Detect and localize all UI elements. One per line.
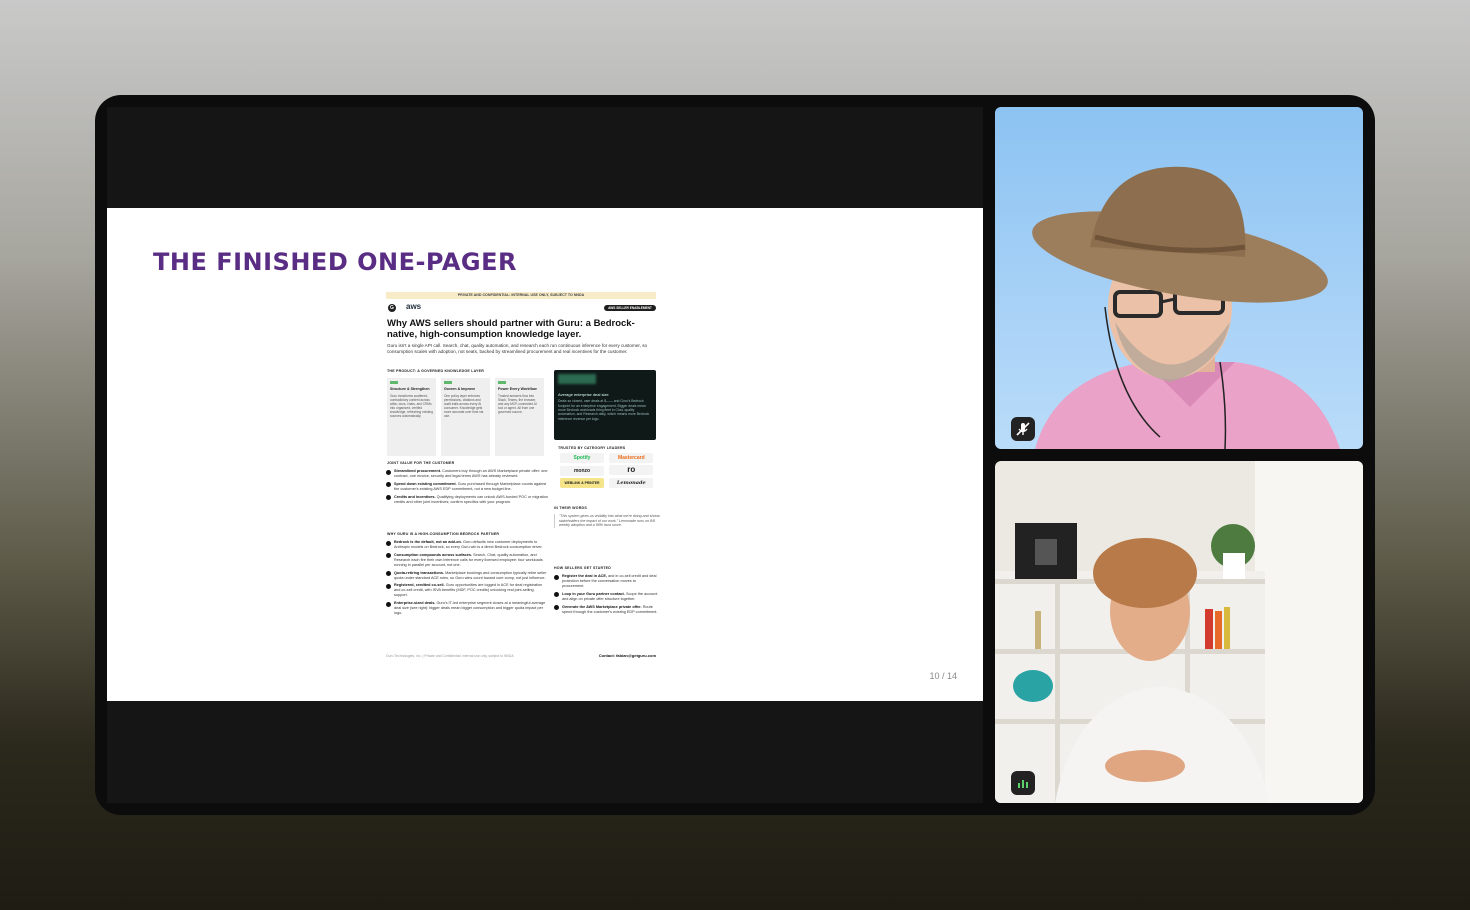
mic-toggle-button[interactable] [1011, 771, 1035, 795]
product-card: Govern & Improve One policy layer enforc… [441, 378, 490, 456]
card-body: One policy layer enforces permissions, c… [444, 393, 484, 419]
why-list: Bedrock is the default, not an add-on. G… [386, 540, 548, 619]
slide-title: THE FINISHED ONE-PAGER [153, 248, 517, 276]
logo-weblink: WEBLINK & PRINTER [560, 478, 604, 488]
list-item: Streamlined procurement. Customers buy t… [386, 469, 548, 479]
list-item: Enterprise-sized deals. Guru's IT-led en… [386, 601, 548, 616]
product-card: Structure & Strengthen Guru transforms s… [387, 378, 436, 456]
product-heading: THE PRODUCT: A GOVERNED KNOWLEDGE LAYER [387, 369, 485, 373]
mic-off-icon [1016, 422, 1030, 436]
participant-video-tile[interactable] [995, 461, 1363, 803]
list-item: Quota-retiring transactions. Marketplace… [386, 571, 548, 581]
product-card: Power Every Workflow Trusted answers flo… [495, 378, 544, 456]
one-pager-intro: Guru isn't a single API call. Search, ch… [387, 343, 648, 354]
get-started-list: Register the deal in ACE, and in co-sell… [554, 574, 658, 617]
joint-value-heading: JOINT VALUE FOR THE CUSTOMER [387, 461, 455, 465]
why-heading: WHY GURU IS A HIGH-CONSUMPTION BEDROCK P… [387, 532, 500, 536]
customer-quote: "This system gives us visibility into wh… [554, 514, 661, 529]
one-pager-contact: Contact: fabian@getguru.com [598, 653, 656, 658]
aws-logo: aws [406, 302, 422, 311]
card-tag [444, 381, 452, 384]
list-item: Spend down existing commitment. Guru pur… [386, 482, 548, 492]
card-body: Guru transforms scattered, contradictory… [390, 393, 433, 419]
participant-video-feed [995, 461, 1363, 803]
list-item: Register the deal in ACE, and in co-sell… [554, 574, 658, 589]
list-item: Bedrock is the default, not an add-on. G… [386, 540, 548, 550]
one-pager-headline: Why AWS sellers should partner with Guru… [387, 318, 635, 340]
participant-video-feed [1032, 166, 1340, 449]
mute-toggle-button[interactable] [1011, 417, 1035, 441]
card-title: Structure & Strengthen [390, 387, 430, 391]
trusted-heading: TRUSTED BY CATEGORY LEADERS [558, 446, 626, 450]
enablement-pill: AWS SELLER ENABLEMENT [604, 305, 656, 311]
deal-size-card: Average enterprise deal size Deals so cl… [554, 370, 656, 440]
joint-value-list: Streamlined procurement. Customers buy t… [386, 469, 548, 508]
deal-size-body: Deals so closed, user deals at $—— and G… [558, 399, 650, 421]
list-item: Generate the AWS Marketplace private off… [554, 605, 658, 615]
list-item: Consumption compounds across surfaces. S… [386, 553, 548, 568]
list-item: Registered, credited co-sell. Guru oppor… [386, 583, 548, 598]
logo-monzo: monzo [560, 466, 604, 476]
card-title: Power Every Workflow [498, 387, 537, 391]
logo-spotify: Spotify [560, 453, 604, 463]
mic-on-icon [1018, 780, 1028, 788]
participant-video-tile[interactable] [995, 107, 1363, 449]
one-pager-document: PRIVATE AND CONFIDENTIAL: INTERNAL USE O… [386, 292, 661, 664]
logo-mastercard: Mastercard [609, 453, 654, 463]
list-item: Loop in your Guru partner contact. Scope… [554, 592, 658, 602]
card-tag [498, 381, 506, 384]
card-title: Govern & Improve [444, 387, 476, 391]
customer-logos: Spotify Mastercard monzo ro WEBLINK & PR… [558, 452, 656, 489]
card-tag [390, 381, 398, 384]
blurred-stat [558, 374, 596, 384]
meeting-window: THE FINISHED ONE-PAGER PRIVATE AND CONFI… [95, 95, 1375, 815]
logo-ro: ro [609, 465, 654, 475]
words-heading: IN THEIR WORDS [554, 506, 587, 510]
confidential-banner: PRIVATE AND CONFIDENTIAL: INTERNAL USE O… [386, 292, 656, 299]
guru-logo-icon: G [388, 304, 396, 312]
list-item: Credits and incentives. Qualifying deplo… [386, 495, 548, 505]
screen-share-stage: THE FINISHED ONE-PAGER PRIVATE AND CONFI… [107, 107, 983, 803]
presentation-slide: THE FINISHED ONE-PAGER PRIVATE AND CONFI… [107, 208, 983, 701]
deal-size-title: Average enterprise deal size [558, 391, 609, 397]
get-started-heading: HOW SELLERS GET STARTED [554, 566, 612, 570]
logo-lemonade: Lemonade [609, 478, 654, 488]
card-body: Trusted answers flow into Slack, Teams, … [498, 393, 537, 415]
slide-page-indicator: 10 / 14 [929, 671, 957, 681]
